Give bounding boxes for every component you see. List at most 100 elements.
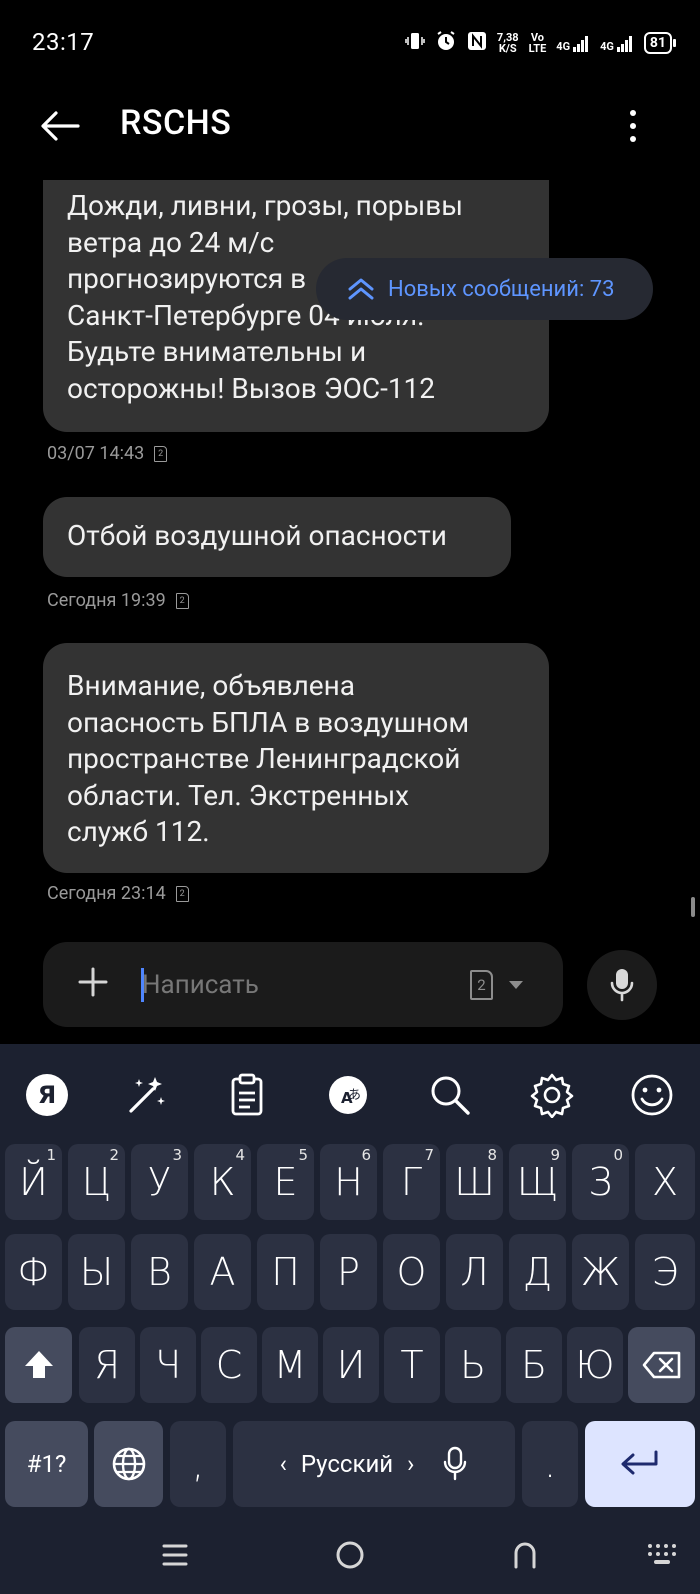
gear-icon xyxy=(530,1073,574,1118)
more-vert-icon xyxy=(630,110,636,116)
message-time: Сегодня 19:39 xyxy=(47,590,166,611)
message-line: Отбой воздушной опасности xyxy=(67,519,447,552)
message-bubble[interactable]: Внимание, объявлена опасность БПЛА в воз… xyxy=(43,643,549,873)
add-attachment-button[interactable] xyxy=(75,966,111,1002)
message-time: Сегодня 23:14 xyxy=(47,883,166,904)
enter-key[interactable] xyxy=(585,1421,695,1507)
key[interactable]: Н6 xyxy=(320,1144,377,1220)
key[interactable]: Ь xyxy=(445,1327,501,1403)
key[interactable]: Б xyxy=(506,1327,562,1403)
dropdown-arrow-icon xyxy=(509,981,523,989)
key[interactable]: Л xyxy=(446,1234,503,1310)
key-char: Е xyxy=(273,1160,298,1204)
new-messages-button[interactable]: Новых сообщений: 73 xyxy=(316,258,653,320)
key[interactable]: Ы xyxy=(68,1234,125,1310)
recent-apps-button[interactable] xyxy=(150,1530,200,1580)
key[interactable]: Ж xyxy=(572,1234,629,1310)
key[interactable]: А xyxy=(194,1234,251,1310)
more-options-button[interactable] xyxy=(610,100,656,152)
key[interactable]: Х xyxy=(635,1144,695,1220)
key[interactable]: Ш8 xyxy=(446,1144,503,1220)
key[interactable]: Я xyxy=(79,1327,135,1403)
key-char: Х xyxy=(651,1160,679,1204)
key[interactable]: Ч xyxy=(140,1327,196,1403)
key[interactable]: С xyxy=(201,1327,257,1403)
magic-wand-button[interactable] xyxy=(122,1070,172,1120)
key[interactable]: Й1 xyxy=(5,1144,62,1220)
key[interactable]: Щ9 xyxy=(509,1144,566,1220)
key-number: 6 xyxy=(361,1146,371,1164)
message-time: 03/07 14:43 xyxy=(47,443,145,464)
key[interactable]: М xyxy=(262,1327,318,1403)
emoji-button[interactable] xyxy=(627,1070,677,1120)
key[interactable]: У3 xyxy=(131,1144,188,1220)
message-line: служб 112. xyxy=(67,815,210,848)
home-button[interactable] xyxy=(325,1530,375,1580)
scrollbar-thumb[interactable] xyxy=(691,897,695,917)
message-meta: Сегодня 23:14 2 xyxy=(47,883,189,904)
comma-key[interactable]: , xyxy=(170,1421,226,1507)
enter-arrow-icon xyxy=(621,1450,658,1475)
language-key[interactable] xyxy=(94,1421,163,1507)
key[interactable]: Т xyxy=(384,1327,440,1403)
key[interactable]: З0 xyxy=(572,1144,629,1220)
message-bubble[interactable]: Отбой воздушной опасности xyxy=(43,497,511,577)
key[interactable]: В xyxy=(131,1234,188,1310)
key[interactable]: И xyxy=(323,1327,379,1403)
search-button[interactable] xyxy=(425,1070,475,1120)
key[interactable]: Г7 xyxy=(383,1144,440,1220)
key-char: Ш xyxy=(454,1160,495,1204)
svg-text:あ: あ xyxy=(348,1088,361,1103)
plus-icon xyxy=(78,967,108,997)
key[interactable]: О xyxy=(383,1234,440,1310)
microphone-icon xyxy=(610,969,634,1002)
signal-sim1-label: 4G xyxy=(556,40,571,53)
key[interactable]: П xyxy=(257,1234,314,1310)
key-number: 3 xyxy=(172,1146,182,1164)
shift-key[interactable] xyxy=(5,1327,72,1403)
status-icons: 7,38 K/S Vo LTE 4G 4G 81 xyxy=(405,30,677,56)
backspace-key[interactable] xyxy=(628,1327,695,1403)
message-input[interactable] xyxy=(142,965,442,1005)
menu-lines-icon xyxy=(162,1544,188,1566)
vibrate-icon xyxy=(405,31,425,55)
key[interactable]: Р xyxy=(320,1234,377,1310)
search-icon xyxy=(431,1076,470,1115)
globe-icon xyxy=(112,1447,145,1481)
yandex-keyboard-button[interactable]: Я xyxy=(22,1070,72,1120)
symbols-key[interactable]: #1? xyxy=(5,1421,88,1507)
message-line: Внимание, объявлена xyxy=(67,669,355,702)
net-speed-unit: K/S xyxy=(498,42,517,55)
key-number: 9 xyxy=(550,1146,560,1164)
back-nav-button[interactable] xyxy=(500,1530,550,1580)
settings-button[interactable] xyxy=(527,1070,577,1120)
key-number: 8 xyxy=(487,1146,497,1164)
signal-bars-icon xyxy=(616,36,632,52)
magic-wand-icon xyxy=(129,1077,165,1113)
voice-message-button[interactable] xyxy=(587,950,657,1020)
key[interactable]: К4 xyxy=(194,1144,251,1220)
double-chevron-up-icon xyxy=(348,278,374,300)
key[interactable]: Е5 xyxy=(257,1144,314,1220)
keyboard-hide-button[interactable] xyxy=(637,1530,687,1580)
signal-sim1: 4G xyxy=(556,34,590,52)
arrow-left-icon xyxy=(41,111,80,141)
sim-icon: 2 xyxy=(470,970,493,1000)
shift-arrow-icon xyxy=(24,1351,53,1378)
back-button[interactable] xyxy=(34,100,86,152)
space-right-arrow: › xyxy=(407,1450,415,1478)
translate-button[interactable]: Aあ xyxy=(323,1070,373,1120)
key[interactable]: Д xyxy=(509,1234,566,1310)
signal-bars-icon xyxy=(573,36,589,52)
key[interactable]: Ф xyxy=(5,1234,62,1310)
volte-indicator: Vo LTE xyxy=(529,32,547,54)
key[interactable]: Э xyxy=(635,1234,695,1310)
message-meta: Сегодня 19:39 2 xyxy=(47,590,189,611)
period-key[interactable]: . xyxy=(522,1421,578,1507)
sim-selector[interactable]: 2 xyxy=(470,970,525,1000)
key[interactable]: Ю xyxy=(567,1327,623,1403)
clipboard-button[interactable] xyxy=(222,1070,272,1120)
key[interactable]: Ц2 xyxy=(68,1144,125,1220)
space-key[interactable]: ‹ Русский › xyxy=(233,1421,515,1507)
message-line: Будьте внимательны и xyxy=(67,335,367,368)
